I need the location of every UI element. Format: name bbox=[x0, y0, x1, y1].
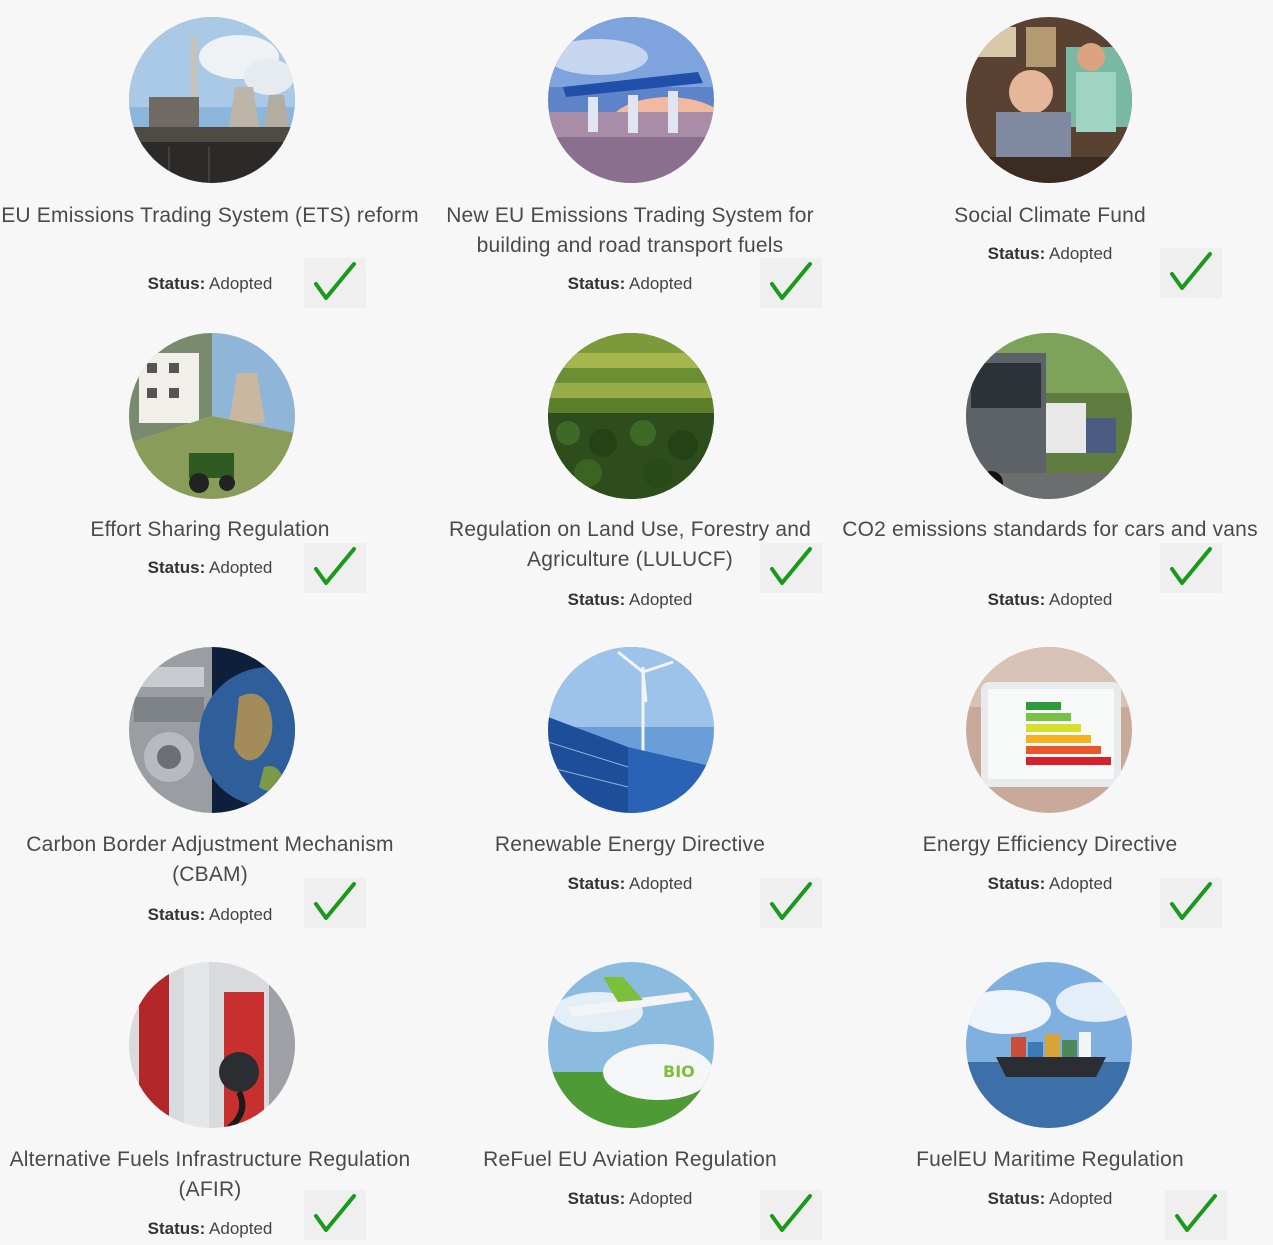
policy-title[interactable]: Energy Efficiency Directive bbox=[840, 830, 1260, 860]
renewable-energy-image[interactable] bbox=[548, 647, 714, 813]
checkmark-icon bbox=[304, 1190, 366, 1240]
status-text: Status: Adopted bbox=[950, 874, 1150, 894]
status-text: Status: Adopted bbox=[530, 874, 730, 894]
status-label: Status: bbox=[147, 274, 206, 293]
status-label: Status: bbox=[147, 1219, 206, 1238]
status-text: Status: Adopted bbox=[110, 1219, 310, 1239]
fuel-station-image[interactable] bbox=[548, 17, 714, 183]
policy-title[interactable]: Social Climate Fund bbox=[840, 201, 1260, 231]
status-label: Status: bbox=[147, 558, 206, 577]
checkmark-icon bbox=[760, 1190, 822, 1240]
status-text: Status: Adopted bbox=[110, 905, 310, 925]
checkmark-icon bbox=[304, 258, 366, 308]
status-value: Adopted bbox=[1049, 874, 1113, 893]
checkmark-icon bbox=[304, 878, 366, 928]
checkmark-icon bbox=[760, 258, 822, 308]
status-text: Status: Adopted bbox=[530, 274, 730, 294]
status-text: Status: Adopted bbox=[530, 1189, 730, 1209]
policy-title[interactable]: CO2 emissions standards for cars and van… bbox=[840, 515, 1260, 545]
status-label: Status: bbox=[567, 874, 626, 893]
afir-charging-image[interactable] bbox=[129, 962, 295, 1128]
policy-title[interactable]: Renewable Energy Directive bbox=[420, 830, 840, 860]
maritime-ship-image[interactable] bbox=[966, 962, 1132, 1128]
status-text: Status: Adopted bbox=[950, 1189, 1150, 1209]
status-text: Status: Adopted bbox=[950, 590, 1150, 610]
lulucf-image[interactable] bbox=[548, 333, 714, 499]
status-value: Adopted bbox=[209, 274, 273, 293]
energy-efficiency-image[interactable] bbox=[966, 647, 1132, 813]
status-value: Adopted bbox=[629, 874, 693, 893]
checkmark-icon bbox=[1160, 543, 1222, 593]
status-text: Status: Adopted bbox=[110, 558, 310, 578]
status-value: Adopted bbox=[1049, 1189, 1113, 1208]
checkmark-icon bbox=[1160, 878, 1222, 928]
status-label: Status: bbox=[987, 874, 1046, 893]
status-value: Adopted bbox=[1049, 244, 1113, 263]
status-label: Status: bbox=[567, 590, 626, 609]
policy-grid: EU Emissions Trading System (ETS) reform… bbox=[0, 0, 1273, 1245]
checkmark-icon bbox=[760, 878, 822, 928]
status-text: Status: Adopted bbox=[110, 274, 310, 294]
checkmark-icon bbox=[1165, 1190, 1227, 1240]
status-value: Adopted bbox=[629, 1189, 693, 1208]
ets-power-plant-image[interactable] bbox=[129, 17, 295, 183]
refuel-aviation-image[interactable]: BIO bbox=[548, 962, 714, 1128]
bio-logo-text: BIO bbox=[663, 1062, 695, 1081]
policy-title[interactable]: EU Emissions Trading System (ETS) reform bbox=[0, 201, 420, 231]
status-label: Status: bbox=[147, 905, 206, 924]
status-value: Adopted bbox=[209, 905, 273, 924]
status-value: Adopted bbox=[629, 590, 693, 609]
cbam-image[interactable] bbox=[129, 647, 295, 813]
status-label: Status: bbox=[987, 590, 1046, 609]
status-label: Status: bbox=[987, 244, 1046, 263]
status-value: Adopted bbox=[1049, 590, 1113, 609]
status-text: Status: Adopted bbox=[950, 244, 1150, 264]
status-value: Adopted bbox=[629, 274, 693, 293]
policy-title[interactable]: FuelEU Maritime Regulation bbox=[840, 1145, 1260, 1175]
cars-vans-image[interactable] bbox=[966, 333, 1132, 499]
checkmark-icon bbox=[1160, 248, 1222, 298]
checkmark-icon bbox=[760, 543, 822, 593]
checkmark-icon bbox=[304, 543, 366, 593]
policy-title[interactable]: New EU Emissions Trading System for buil… bbox=[420, 201, 840, 261]
status-value: Adopted bbox=[209, 1219, 273, 1238]
social-fund-image[interactable] bbox=[966, 17, 1132, 183]
policy-title[interactable]: Effort Sharing Regulation bbox=[0, 515, 420, 545]
policy-title[interactable]: ReFuel EU Aviation Regulation bbox=[420, 1145, 840, 1175]
status-text: Status: Adopted bbox=[530, 590, 730, 610]
status-label: Status: bbox=[567, 1189, 626, 1208]
status-label: Status: bbox=[567, 274, 626, 293]
effort-sharing-image[interactable] bbox=[129, 333, 295, 499]
status-value: Adopted bbox=[209, 558, 273, 577]
status-label: Status: bbox=[987, 1189, 1046, 1208]
